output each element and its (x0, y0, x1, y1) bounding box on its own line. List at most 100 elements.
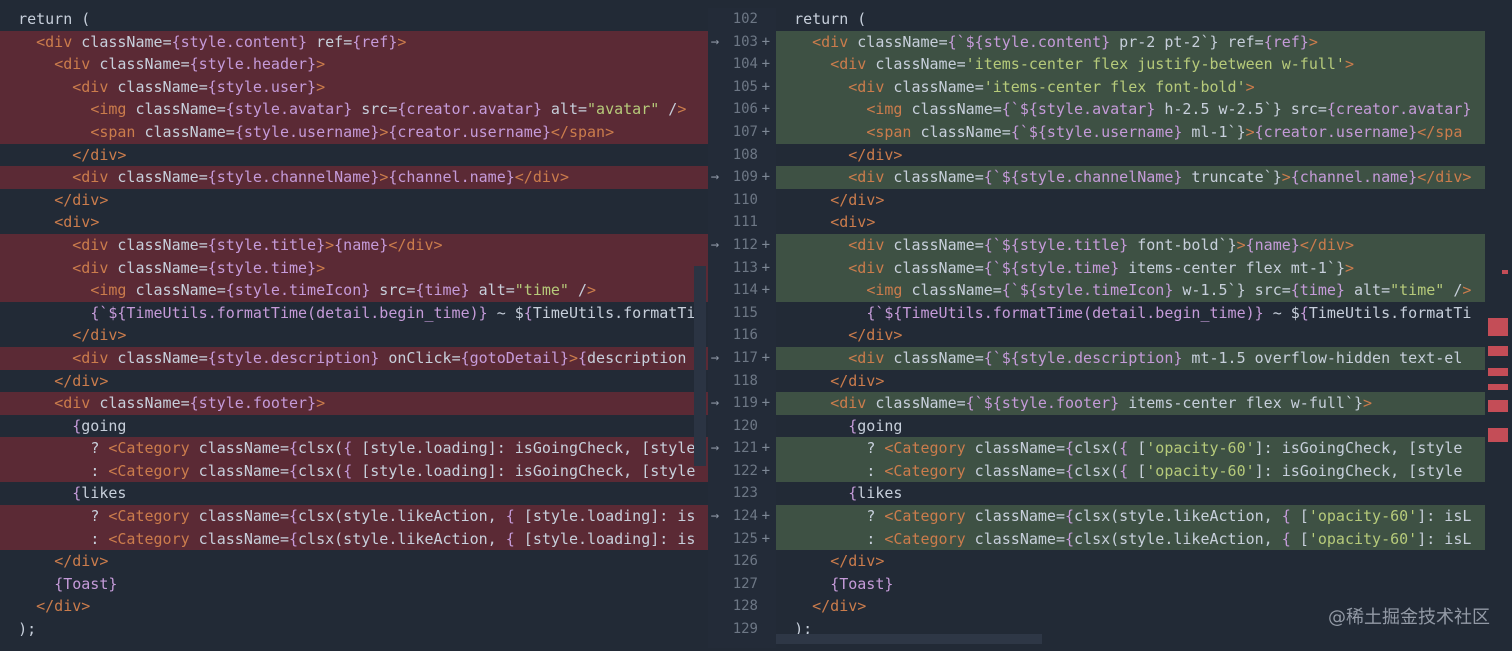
code-line[interactable]: ? <Category className={clsx(style.likeAc… (776, 505, 1485, 528)
code-line[interactable]: <div className={style.footer}> (0, 392, 708, 415)
code-line[interactable]: <div className='items-center flex justif… (776, 53, 1485, 76)
code-line[interactable]: <img className={`${style.avatar} h-2.5 w… (776, 98, 1485, 121)
code-line[interactable]: <span className={style.username}>{creato… (0, 120, 708, 144)
code-line[interactable]: </div> (776, 370, 1485, 393)
code-text: ? <Category className={clsx({ ['opacity-… (866, 439, 1462, 457)
watermark: @稀土掘金技术社区 (1328, 607, 1490, 628)
code-line[interactable]: <img className={style.timeIcon} src={tim… (0, 279, 708, 302)
code-token: > (316, 258, 326, 277)
revert-arrow-icon[interactable]: → (708, 392, 722, 415)
code-token: ? (90, 439, 109, 458)
code-line[interactable]: </div> (0, 189, 708, 212)
revert-arrow-icon[interactable]: → (708, 437, 722, 460)
code-token: > (81, 597, 91, 616)
code-line[interactable]: {going (0, 415, 708, 438)
code-line[interactable]: <div className={`${style.time} items-cen… (776, 256, 1485, 280)
code-line[interactable]: </div> (0, 370, 708, 393)
code-token: going (857, 416, 903, 435)
diff-right-pane[interactable]: return ( <div className={`${style.conten… (776, 8, 1485, 648)
revert-arrow-icon[interactable]: → (708, 505, 722, 528)
code-token: = (225, 122, 235, 141)
code-token: {`${style.footer} (965, 394, 1120, 413)
indent-guide (0, 528, 90, 551)
code-token: ]: isL (1417, 529, 1472, 548)
line-number: 111 (732, 214, 758, 231)
code-line[interactable]: ? <Category className={clsx({ [style.loa… (0, 437, 708, 460)
code-line[interactable]: {likes (776, 482, 1485, 505)
revert-arrow-icon[interactable]: → (708, 234, 722, 257)
code-text: <div className={`${style.title} font-bol… (848, 236, 1354, 254)
revert-arrow-icon[interactable]: → (708, 347, 722, 370)
code-line[interactable]: <div className={`${style.footer} items-c… (776, 392, 1485, 415)
code-line[interactable]: <div className={style.user}> (0, 75, 708, 99)
code-line[interactable]: return ( (0, 8, 708, 31)
code-token: > (1462, 281, 1472, 300)
code-line[interactable]: <div className={style.header}> (0, 53, 708, 76)
code-line[interactable]: </div> (776, 550, 1485, 573)
code-token: <div (848, 235, 885, 254)
code-line[interactable]: <span className={`${style.username} ml-1… (776, 120, 1485, 144)
code-token: > (1344, 258, 1354, 277)
code-line[interactable]: ? <Category className={clsx({ ['opacity-… (776, 437, 1485, 460)
code-token: > (1281, 168, 1291, 187)
code-token: = (974, 258, 984, 277)
code-line[interactable]: {Toast} (0, 573, 708, 596)
code-token: {channel.name} (388, 168, 515, 187)
code-text: </div> (812, 597, 866, 615)
code-line[interactable]: <div className={style.time}> (0, 256, 708, 280)
code-line[interactable]: </div> (776, 324, 1485, 347)
gutter-row: 122 + (708, 460, 776, 483)
code-line[interactable]: </div> (0, 144, 708, 167)
code-line[interactable]: </div> (0, 324, 708, 347)
code-token: 'opacity-60' (1146, 461, 1255, 480)
code-line[interactable]: <div className={style.channelName}>{chan… (0, 166, 708, 189)
code-token: = (1055, 507, 1065, 526)
code-line[interactable]: {`${TimeUtils.formatTime(detail.begin_ti… (776, 302, 1485, 325)
code-line[interactable]: </div> (776, 189, 1485, 212)
code-token: / (568, 281, 588, 300)
code-line[interactable]: <div className={`${style.title} font-bol… (776, 233, 1485, 257)
code-token: className (911, 122, 1002, 141)
code-line[interactable]: <img className={`${style.timeIcon} w-1.5… (776, 279, 1485, 302)
code-line[interactable]: : <Category className={clsx({ [style.loa… (0, 459, 708, 483)
code-line[interactable]: <div className='items-center flex font-b… (776, 75, 1485, 99)
overview-ruler[interactable] (1485, 260, 1512, 460)
code-token: return ( (794, 10, 867, 28)
code-line[interactable]: <div className={style.content} ref={ref}… (0, 30, 708, 54)
code-line[interactable]: : <Category className={clsx(style.likeAc… (0, 527, 708, 551)
code-line[interactable]: {`${TimeUtils.formatTime(detail.begin_ti… (0, 302, 708, 325)
code-token: className (884, 348, 975, 367)
code-line[interactable]: {likes (0, 482, 708, 505)
indent-guide (776, 166, 848, 189)
code-line[interactable]: <div className={`${style.description} mt… (776, 346, 1485, 370)
code-line[interactable]: ? <Category className={clsx(style.likeAc… (0, 505, 708, 528)
code-line[interactable]: </div> (776, 144, 1485, 167)
diff-left-pane[interactable]: return ( <div className={style.content} … (0, 8, 708, 648)
line-number: 108 (732, 146, 758, 163)
code-token: > (99, 190, 109, 209)
code-line[interactable]: <div className={`${style.channelName} tr… (776, 166, 1485, 189)
code-line[interactable]: </div> (0, 595, 708, 618)
code-line[interactable]: {Toast} (776, 573, 1485, 596)
code-line[interactable]: <div> (776, 211, 1485, 234)
code-line[interactable]: <div> (0, 211, 708, 234)
left-vertical-scrollbar[interactable] (694, 266, 706, 466)
gutter-row: 123 (708, 482, 776, 505)
code-line[interactable]: ); (0, 618, 708, 641)
right-horizontal-scrollbar[interactable] (776, 634, 1042, 644)
code-line[interactable]: <img className={style.avatar} src={creat… (0, 98, 708, 121)
code-token: likes (857, 484, 903, 503)
code-line[interactable]: <div className={style.title}>{name}</div… (0, 233, 708, 257)
revert-arrow-icon[interactable]: → (708, 31, 722, 54)
code-line[interactable]: : <Category className={clsx(style.likeAc… (776, 527, 1485, 551)
code-line[interactable]: <div className={style.description} onCli… (0, 346, 708, 370)
code-line[interactable]: return ( (776, 8, 1485, 31)
indent-guide (0, 595, 36, 618)
code-text: {going (848, 417, 902, 435)
code-line[interactable]: : <Category className={clsx({ ['opacity-… (776, 459, 1485, 483)
code-line[interactable]: <div className={`${style.content} pr-2 p… (776, 30, 1485, 54)
code-line[interactable]: </div> (0, 550, 708, 573)
revert-arrow-icon[interactable]: → (708, 166, 722, 189)
code-line[interactable]: {going (776, 415, 1485, 438)
code-text: <div className={style.footer}> (54, 394, 325, 412)
